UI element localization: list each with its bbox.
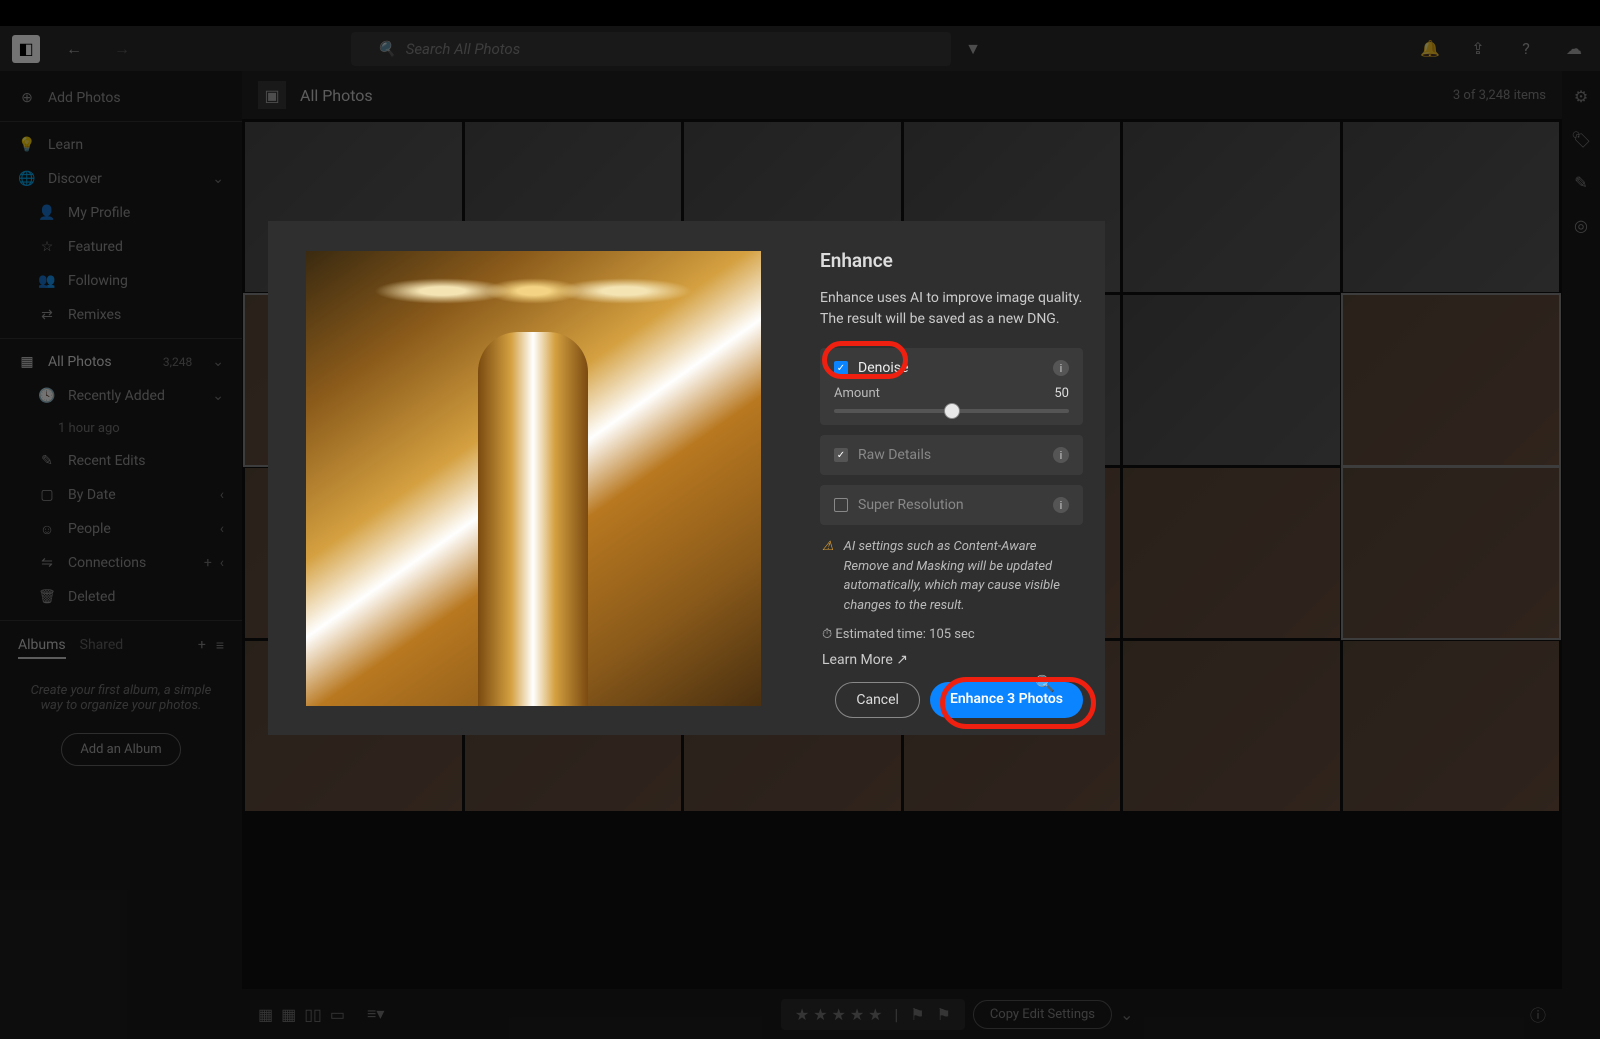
denoise-checkbox[interactable]: ✓ xyxy=(834,361,848,375)
super-resolution-checkbox[interactable] xyxy=(834,498,848,512)
enhance-panel: Enhance Enhance uses AI to improve image… xyxy=(798,221,1105,735)
info-icon[interactable]: i xyxy=(1053,497,1069,513)
amount-label: Amount xyxy=(834,386,880,401)
zoom-icon[interactable]: 🔍 xyxy=(1035,674,1055,693)
dialog-title: Enhance xyxy=(820,249,1083,272)
slider-thumb[interactable] xyxy=(944,403,960,419)
denoise-label: Denoise xyxy=(858,360,908,376)
raw-details-checkbox: ✓ xyxy=(834,448,848,462)
dialog-description: Enhance uses AI to improve image quality… xyxy=(820,288,1083,330)
amount-slider[interactable] xyxy=(834,409,1069,413)
super-resolution-label: Super Resolution xyxy=(858,497,964,513)
cancel-button[interactable]: Cancel xyxy=(835,682,920,718)
raw-details-option: ✓ Raw Details i xyxy=(820,435,1083,475)
denoise-option: ✓ Denoise i Amount 50 xyxy=(820,348,1083,425)
estimated-time: ⏱ Estimated time: 105 sec xyxy=(822,627,1081,642)
amount-value: 50 xyxy=(1054,386,1069,401)
info-icon[interactable]: i xyxy=(1053,360,1069,376)
info-icon[interactable]: i xyxy=(1053,447,1069,463)
warning-icon: ⚠ xyxy=(822,537,834,615)
warning-text: ⚠ AI settings such as Content-Aware Remo… xyxy=(822,537,1081,615)
super-resolution-option: Super Resolution i xyxy=(820,485,1083,525)
enhance-dialog: 🔍 Enhance Enhance uses AI to improve ima… xyxy=(268,221,1105,735)
enhance-button[interactable]: Enhance 3 Photos xyxy=(930,682,1083,718)
preview-image[interactable] xyxy=(306,251,761,706)
learn-more-link[interactable]: Learn More ↗ xyxy=(822,652,1081,668)
raw-details-label: Raw Details xyxy=(858,447,931,463)
enhance-preview: 🔍 xyxy=(268,221,798,735)
